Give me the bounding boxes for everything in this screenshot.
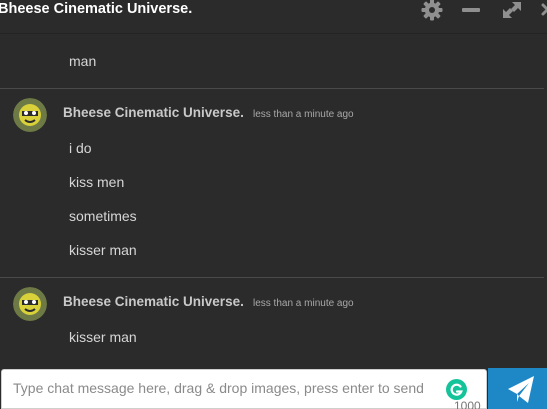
- message-text: man: [69, 53, 97, 69]
- message-text: kiss men: [69, 174, 125, 190]
- window-header: Bheese Cinematic Universe.: [0, 0, 547, 34]
- message-text: kisser man: [69, 329, 137, 345]
- send-button[interactable]: [488, 368, 547, 409]
- message-author[interactable]: Bheese Cinematic Universe.: [63, 294, 244, 309]
- message-text: i do: [69, 140, 92, 156]
- paper-plane-icon: [508, 376, 534, 403]
- minimize-icon: [462, 8, 480, 12]
- close-icon: [541, 3, 547, 16]
- message-author[interactable]: Bheese Cinematic Universe.: [63, 105, 244, 120]
- expand-button[interactable]: [498, 0, 526, 24]
- character-limit: 1000: [454, 399, 481, 409]
- message-composer: 1000: [0, 368, 547, 409]
- message-divider: [0, 88, 544, 89]
- minimize-button[interactable]: [458, 0, 486, 24]
- settings-button[interactable]: [418, 0, 446, 24]
- message-timestamp: less than a minute ago: [253, 109, 354, 120]
- avatar[interactable]: [13, 287, 47, 321]
- grammarly-icon[interactable]: [446, 379, 467, 400]
- chat-input[interactable]: [13, 378, 433, 398]
- gear-icon: [421, 0, 443, 21]
- message-text: sometimes: [69, 208, 137, 224]
- message-timestamp: less than a minute ago: [253, 298, 354, 309]
- message-text: kisser man: [69, 242, 137, 258]
- message-divider: [0, 277, 544, 278]
- chat-messages[interactable]: man Bheese Cinematic Universe. less than…: [0, 35, 547, 368]
- expand-icon: [503, 2, 521, 18]
- window-title: Bheese Cinematic Universe.: [0, 1, 193, 17]
- chat-input-box[interactable]: 1000: [1, 369, 487, 409]
- close-button[interactable]: [538, 0, 547, 24]
- avatar[interactable]: [13, 98, 47, 132]
